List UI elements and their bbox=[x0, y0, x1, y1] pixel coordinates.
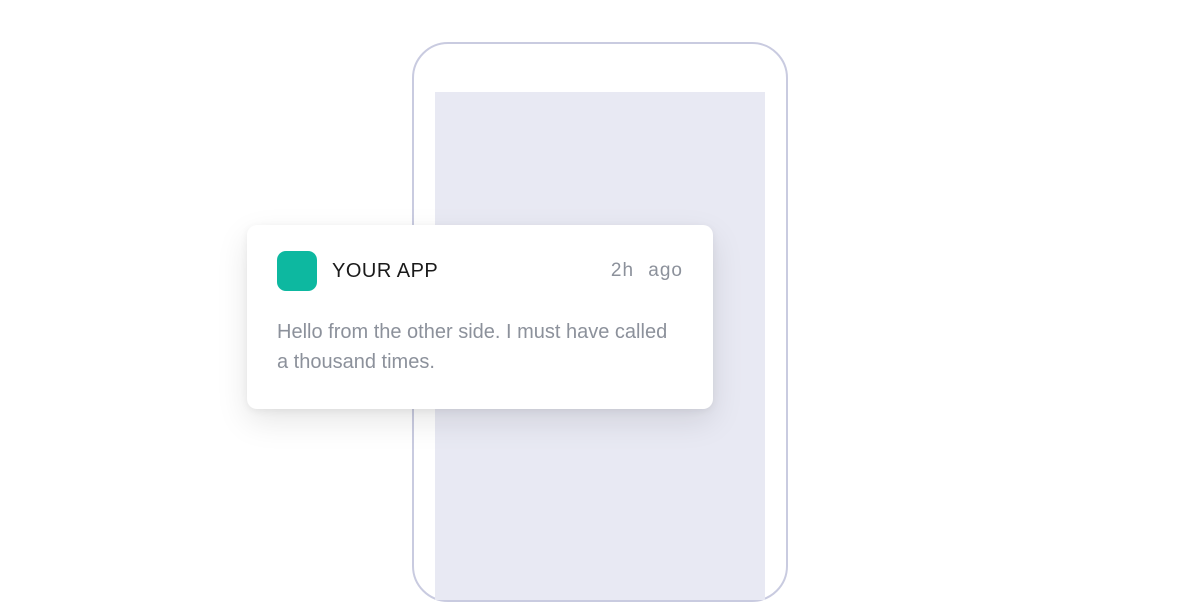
app-name: YOUR APP bbox=[332, 260, 596, 283]
notification-header: YOUR APP 2h ago bbox=[277, 251, 683, 291]
notification-message: Hello from the other side. I must have c… bbox=[277, 317, 683, 377]
app-icon bbox=[277, 251, 317, 291]
notification-timestamp: 2h ago bbox=[611, 260, 683, 282]
notification-card[interactable]: YOUR APP 2h ago Hello from the other sid… bbox=[247, 225, 713, 409]
